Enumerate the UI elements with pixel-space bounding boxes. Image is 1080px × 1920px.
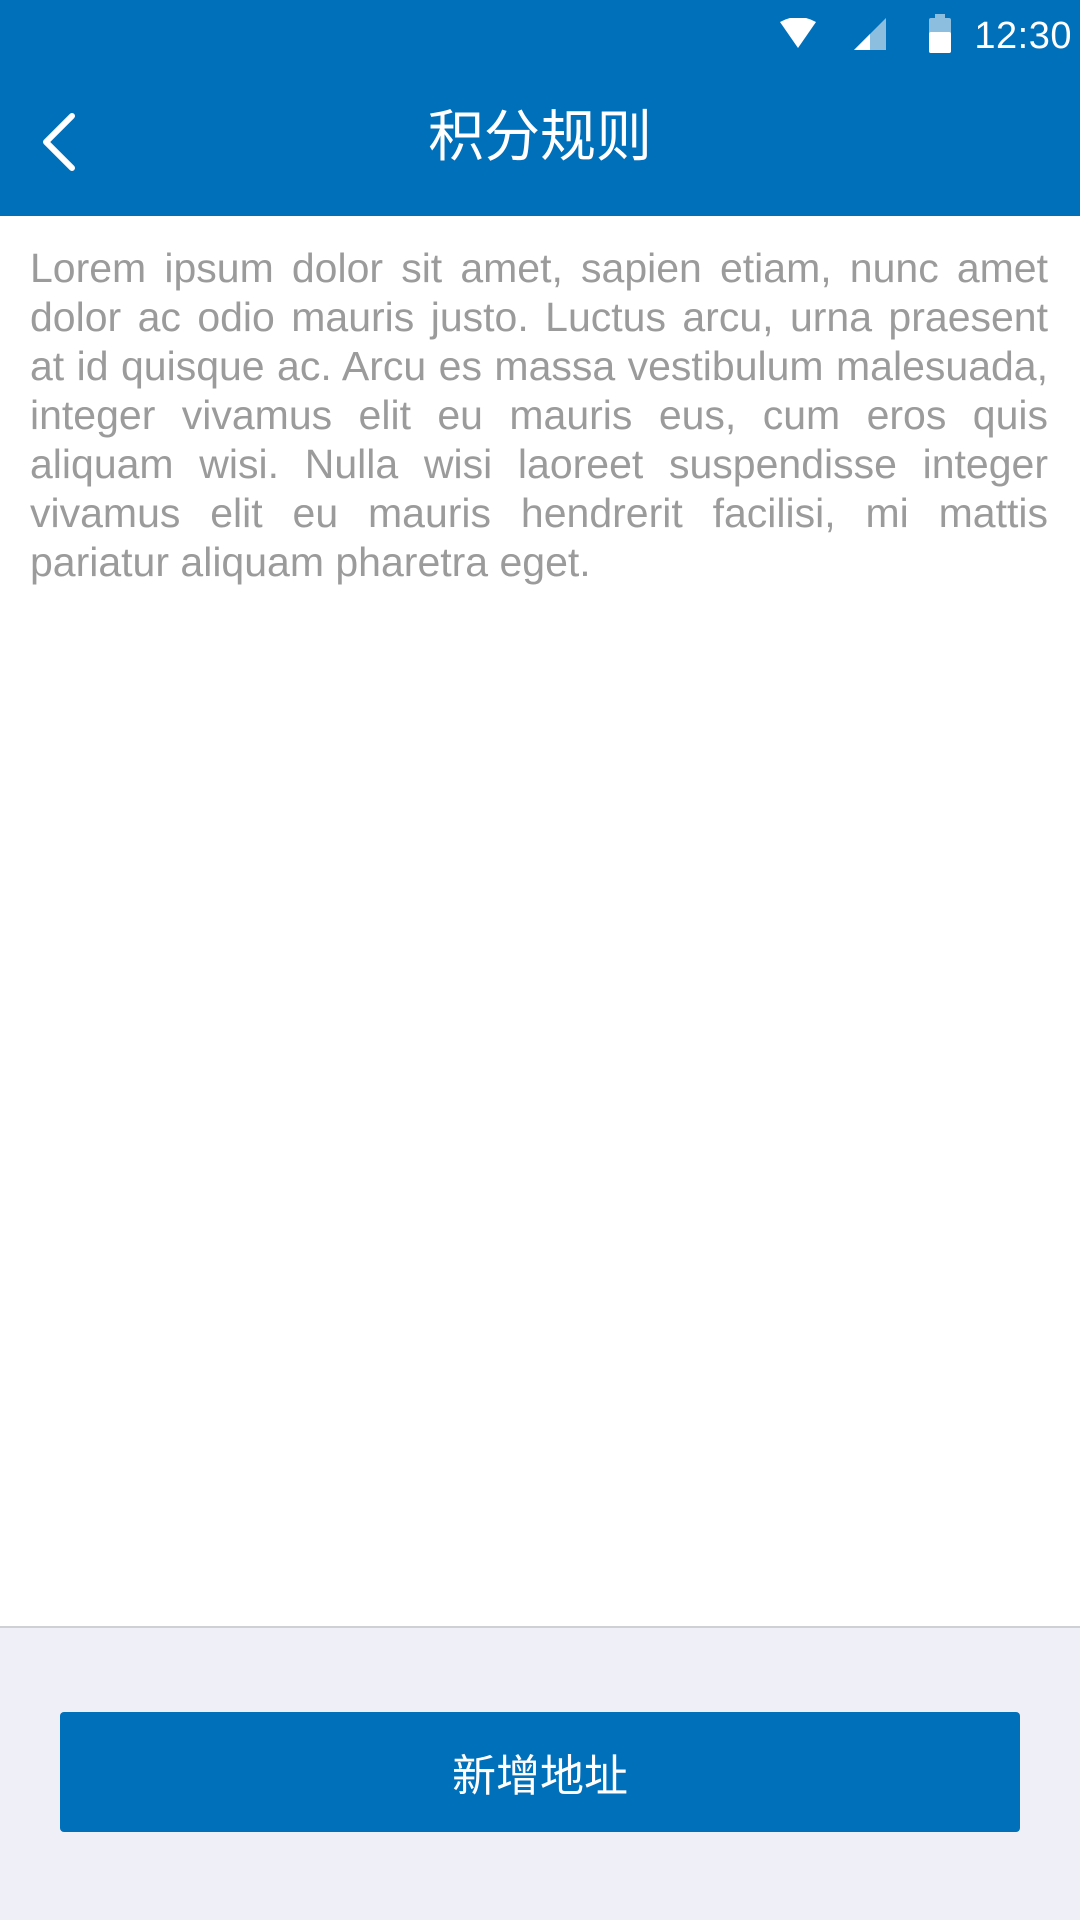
status-icons: 12:30 bbox=[778, 0, 1072, 72]
wifi-icon bbox=[778, 16, 818, 55]
battery-icon bbox=[928, 13, 952, 59]
add-address-button[interactable]: 新增地址 bbox=[60, 1712, 1020, 1832]
status-time: 12:30 bbox=[974, 14, 1072, 57]
status-bar: 12:30 bbox=[0, 0, 1080, 72]
app-bar: 积分规则 bbox=[0, 72, 1080, 216]
page-title: 积分规则 bbox=[428, 105, 652, 170]
screen: 12:30 积分规则 Lorem ipsum dolor sit amet, s… bbox=[0, 0, 1080, 1920]
signal-icon bbox=[852, 16, 888, 57]
rules-text: Lorem ipsum dolor sit amet, sapien etiam… bbox=[30, 245, 1048, 585]
bottom-panel: 新增地址 bbox=[0, 1626, 1080, 1920]
